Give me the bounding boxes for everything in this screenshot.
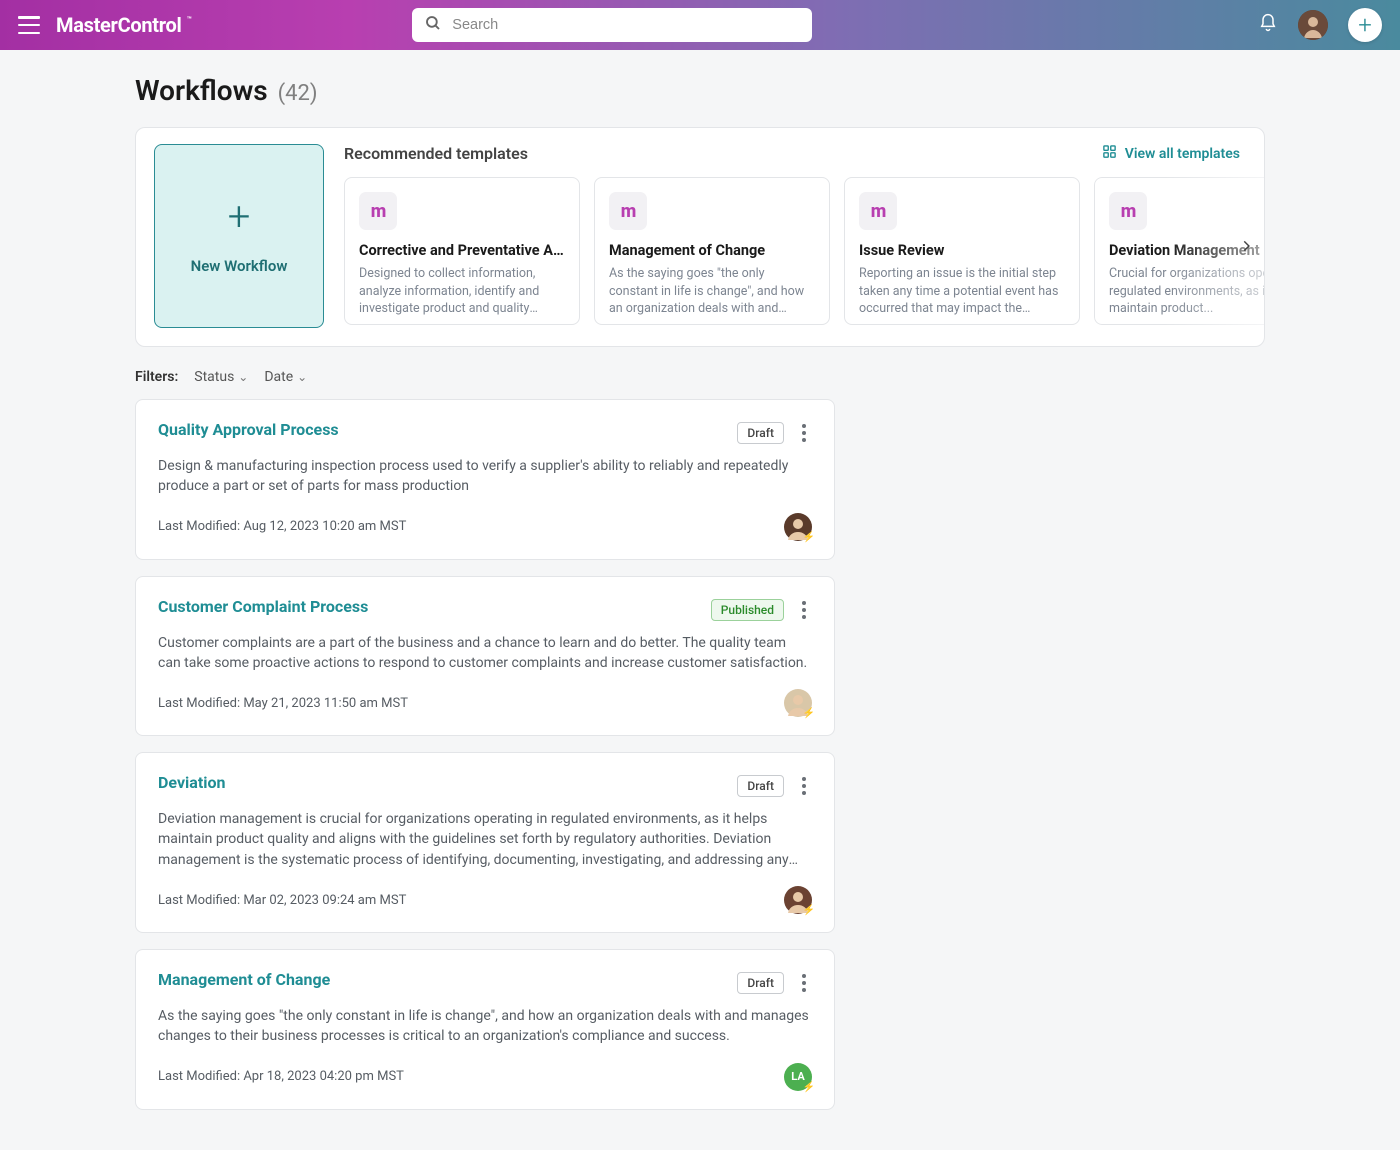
workflow-modified: Last Modified: May 21, 2023 11:50 am MST: [158, 696, 408, 711]
more-menu-button[interactable]: [796, 970, 812, 996]
workflow-card-header: Quality Approval Process Draft: [158, 420, 812, 446]
status-badge: Published: [711, 599, 784, 621]
workflow-title[interactable]: Management of Change: [158, 970, 330, 989]
workflow-owner-avatar[interactable]: ⚡: [784, 513, 812, 541]
new-workflow-label: New Workflow: [191, 257, 288, 275]
template-card[interactable]: m Corrective and Preventative A... Desig…: [344, 177, 580, 325]
workflow-card: Customer Complaint Process Published Cus…: [135, 576, 835, 737]
chevron-down-icon: ⌄: [297, 370, 307, 384]
workflow-owner-avatar[interactable]: ⚡: [784, 689, 812, 717]
plus-icon: +: [1358, 13, 1372, 37]
workflow-modified: Last Modified: Aug 12, 2023 10:20 am MST: [158, 519, 406, 534]
workflow-card-actions: Published: [711, 597, 812, 623]
view-all-templates-link[interactable]: View all templates: [1102, 144, 1240, 163]
search-icon: [424, 14, 442, 36]
template-title: Corrective and Preventative A...: [359, 242, 565, 259]
workflow-description: Customer complaints are a part of the bu…: [158, 633, 812, 674]
workflow-description: As the saying goes "the only constant in…: [158, 1006, 812, 1047]
search-container: [412, 8, 812, 42]
template-desc: Reporting an issue is the initial step t…: [859, 265, 1065, 318]
search-input[interactable]: [412, 8, 812, 42]
templates-heading: Recommended templates: [344, 144, 528, 163]
filter-date-label: Date: [264, 369, 293, 385]
plus-icon: +: [228, 197, 251, 237]
workflow-card-actions: Draft: [737, 420, 812, 446]
workflow-description: Deviation management is crucial for orga…: [158, 809, 812, 870]
workflow-card-footer: Last Modified: Mar 02, 2023 09:24 am MST…: [158, 886, 812, 914]
workflow-card-footer: Last Modified: Aug 12, 2023 10:20 am MST…: [158, 513, 812, 541]
workflow-owner-avatar[interactable]: LA ⚡: [784, 1063, 812, 1091]
filters-label: Filters:: [135, 369, 178, 385]
workflow-card: Quality Approval Process Draft Design & …: [135, 399, 835, 560]
page-heading: Workflows (42): [135, 74, 1265, 107]
template-logo-icon: m: [359, 192, 397, 230]
workflow-card: Management of Change Draft As the saying…: [135, 949, 835, 1110]
template-logo-icon: m: [859, 192, 897, 230]
more-menu-button[interactable]: [796, 420, 812, 446]
template-logo-icon: m: [609, 192, 647, 230]
page-body: Workflows (42) + New Workflow Recommende…: [0, 50, 1400, 1150]
new-workflow-card[interactable]: + New Workflow: [154, 144, 324, 328]
workflow-modified: Last Modified: Apr 18, 2023 04:20 pm MST: [158, 1069, 404, 1084]
status-badge: Draft: [737, 422, 784, 444]
workflow-card-header: Customer Complaint Process Published: [158, 597, 812, 623]
menu-button[interactable]: [18, 16, 40, 34]
filter-date[interactable]: Date ⌄: [264, 369, 307, 385]
workflow-title[interactable]: Deviation: [158, 773, 225, 792]
template-card[interactable]: m Issue Review Reporting an issue is the…: [844, 177, 1080, 325]
topbar-right: +: [1258, 8, 1382, 42]
workflow-list: Quality Approval Process Draft Design & …: [135, 399, 835, 1110]
workflow-card-actions: Draft: [737, 773, 812, 799]
filters-bar: Filters: Status ⌄ Date ⌄: [135, 369, 1265, 385]
carousel-next-button[interactable]: [1232, 232, 1260, 260]
filter-status-label: Status: [194, 369, 234, 385]
status-badge: Draft: [737, 775, 784, 797]
recommended-panel: + New Workflow Recommended templates Vie…: [135, 127, 1265, 347]
workflow-card-header: Deviation Draft: [158, 773, 812, 799]
template-title: Management of Change: [609, 242, 815, 259]
template-desc: As the saying goes "the only constant in…: [609, 265, 815, 318]
workflow-card-footer: Last Modified: Apr 18, 2023 04:20 pm MST…: [158, 1063, 812, 1091]
workflow-title[interactable]: Customer Complaint Process: [158, 597, 368, 616]
more-menu-button[interactable]: [796, 773, 812, 799]
status-badge: Draft: [737, 972, 784, 994]
templates-column: Recommended templates View all templates…: [344, 144, 1246, 328]
workflow-title[interactable]: Quality Approval Process: [158, 420, 339, 439]
chevron-down-icon: ⌄: [238, 370, 248, 384]
user-avatar[interactable]: [1298, 10, 1328, 40]
page-title: Workflows: [135, 74, 268, 107]
workflow-card-footer: Last Modified: May 21, 2023 11:50 am MST…: [158, 689, 812, 717]
workflow-card-header: Management of Change Draft: [158, 970, 812, 996]
notifications-icon[interactable]: [1258, 13, 1278, 37]
add-button[interactable]: +: [1348, 8, 1382, 42]
workflow-modified: Last Modified: Mar 02, 2023 09:24 am MST: [158, 893, 406, 908]
template-card[interactable]: m Management of Change As the saying goe…: [594, 177, 830, 325]
grid-icon: [1102, 144, 1117, 163]
workflow-card: Deviation Draft Deviation management is …: [135, 752, 835, 933]
templates-header: Recommended templates View all templates: [344, 144, 1246, 163]
page-count: (42): [278, 81, 318, 106]
template-desc: Crucial for organizations operating in r…: [1109, 265, 1265, 318]
template-desc: Designed to collect information, analyze…: [359, 265, 565, 318]
workflow-owner-avatar[interactable]: ⚡: [784, 886, 812, 914]
brand-logo: MasterControl: [56, 13, 181, 37]
workflow-card-actions: Draft: [737, 970, 812, 996]
templates-row: m Corrective and Preventative A... Desig…: [344, 177, 1246, 325]
workflow-description: Design & manufacturing inspection proces…: [158, 456, 812, 497]
more-menu-button[interactable]: [796, 597, 812, 623]
template-title: Issue Review: [859, 242, 1065, 259]
template-logo-icon: m: [1109, 192, 1147, 230]
filter-status[interactable]: Status ⌄: [194, 369, 248, 385]
top-bar: MasterControl +: [0, 0, 1400, 50]
view-all-label: View all templates: [1125, 146, 1240, 162]
